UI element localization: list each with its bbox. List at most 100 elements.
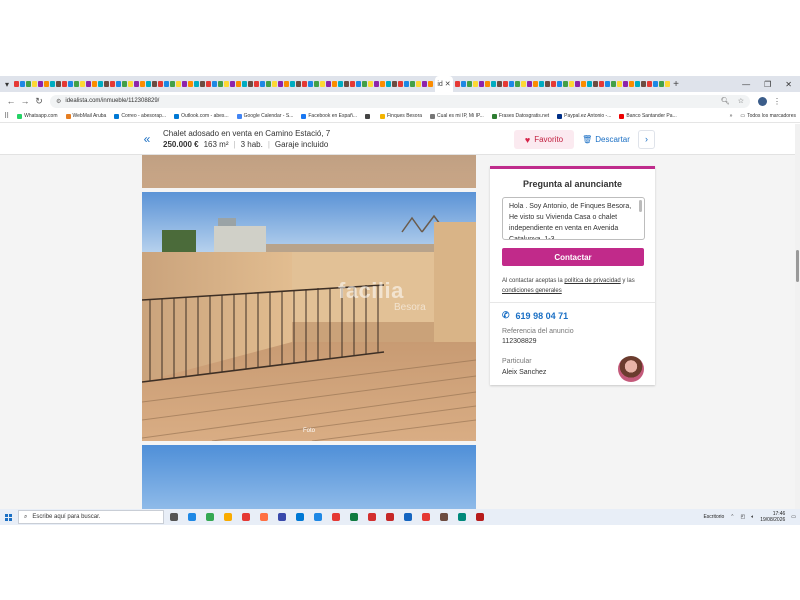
terms-link[interactable]: condiciones generales: [502, 288, 562, 294]
apps-icon[interactable]: ⠿: [4, 112, 9, 120]
tab-favicon-icon[interactable]: [98, 81, 103, 87]
listing-title[interactable]: Chalet adosado en venta en Camino Estaci…: [163, 129, 330, 138]
tab-favicon-icon[interactable]: [194, 81, 199, 87]
all-bookmarks[interactable]: ▭ Todos los marcadores: [740, 113, 796, 119]
taskbar-app-icon[interactable]: [440, 513, 448, 521]
photo-terrace[interactable]: facilia Besora Foto: [142, 192, 476, 441]
maximize-icon[interactable]: ❐: [764, 80, 771, 89]
zoom-icon[interactable]: 🔍︎: [721, 97, 730, 105]
menu-icon[interactable]: ⋮: [773, 97, 781, 106]
contact-button[interactable]: Contactar: [502, 248, 644, 266]
tab-favicon-icon[interactable]: [68, 81, 73, 87]
bookmark-item[interactable]: Frases Datosgratis.net: [491, 113, 549, 119]
bookmark-item[interactable]: Paypal.ez Antonio -...: [557, 113, 611, 119]
tab-favicon-icon[interactable]: [134, 81, 139, 87]
favorite-button[interactable]: ♥ Favorito: [514, 130, 574, 149]
taskbar-app-icon[interactable]: [332, 513, 340, 521]
tab-favicon-icon[interactable]: [158, 81, 163, 87]
tab-favicon-icon[interactable]: [659, 81, 664, 87]
tab-favicon-icon[interactable]: [110, 81, 115, 87]
tab-favicon-icon[interactable]: [314, 81, 319, 87]
taskbar-search[interactable]: ⌕ Escribe aquí para buscar.: [18, 510, 164, 524]
tab-favicon-icon[interactable]: [551, 81, 556, 87]
tab-favicon-icon[interactable]: [176, 81, 181, 87]
reload-icon[interactable]: ↻: [32, 96, 46, 107]
message-textarea[interactable]: Hola . Soy Antonio, de Finques Besora, H…: [502, 197, 645, 240]
taskbar-app-icon[interactable]: [314, 513, 322, 521]
tab-favicon-icon[interactable]: [74, 81, 79, 87]
phone-link[interactable]: ✆ 619 98 04 71: [502, 310, 568, 321]
tab-favicon-icon[interactable]: [266, 81, 271, 87]
bookmark-item[interactable]: Correo - abesorap...: [114, 113, 166, 119]
bookmark-item[interactable]: Finques Besora: [380, 113, 422, 119]
tab-favicon-icon[interactable]: [62, 81, 67, 87]
tab-favicon-icon[interactable]: [182, 81, 187, 87]
tab-favicon-icon[interactable]: [116, 81, 121, 87]
tab-favicon-icon[interactable]: [200, 81, 205, 87]
tab-favicon-icon[interactable]: [248, 81, 253, 87]
tab-favicon-icon[interactable]: [344, 81, 349, 87]
tab-favicon-icon[interactable]: [32, 81, 37, 87]
minimize-icon[interactable]: —: [742, 80, 750, 89]
tab-favicon-icon[interactable]: [284, 81, 289, 87]
bookmark-item[interactable]: Banco Santander Pa...: [619, 113, 677, 119]
tab-favicon-icon[interactable]: [479, 81, 484, 87]
bookmark-item[interactable]: Cual es mi IP, Mi IP...: [430, 113, 484, 119]
tab-favicon-icon[interactable]: [350, 81, 355, 87]
tab-favicon-icon[interactable]: [230, 81, 235, 87]
bookmark-item[interactable]: Google Calendar - S...: [236, 113, 293, 119]
tab-favicon-icon[interactable]: [587, 81, 592, 87]
taskbar-app-icon[interactable]: [350, 513, 358, 521]
tab-favicon-icon[interactable]: [557, 81, 562, 87]
tab-favicon-icon[interactable]: [533, 81, 538, 87]
tab-favicon-icon[interactable]: [218, 81, 223, 87]
tab-favicon-icon[interactable]: [545, 81, 550, 87]
tab-favicon-icon[interactable]: [404, 81, 409, 87]
tab-favicon-icon[interactable]: [212, 81, 217, 87]
tab-favicons[interactable]: [14, 76, 433, 92]
tab-active[interactable]: id ✕: [435, 76, 453, 92]
bookmark-item[interactable]: Outlook.com - abes...: [174, 113, 229, 119]
desktop-label[interactable]: Escritorio: [703, 514, 724, 520]
tab-favicon-icon[interactable]: [92, 81, 97, 87]
tab-favicon-icon[interactable]: [104, 81, 109, 87]
tab-favicon-icon[interactable]: [455, 81, 460, 87]
taskbar-app-icon[interactable]: [458, 513, 466, 521]
tab-favicon-icon[interactable]: [362, 81, 367, 87]
tab-favicon-icon[interactable]: [563, 81, 568, 87]
tab-favicon-icon[interactable]: [422, 81, 427, 87]
tab-favicon-icon[interactable]: [428, 81, 433, 87]
tab-favicon-icon[interactable]: [521, 81, 526, 87]
taskbar-app-icon[interactable]: [260, 513, 268, 521]
tab-favicon-icon[interactable]: [332, 81, 337, 87]
tab-favicon-icon[interactable]: [170, 81, 175, 87]
page-scroll-thumb[interactable]: [796, 250, 799, 282]
tab-favicon-icon[interactable]: [302, 81, 307, 87]
tab-favicon-icon[interactable]: [164, 81, 169, 87]
tab-favicon-icon[interactable]: [611, 81, 616, 87]
notifications-icon[interactable]: ▭: [791, 514, 796, 520]
bookmarks-more[interactable]: »: [730, 113, 733, 119]
tab-favicon-icon[interactable]: [128, 81, 133, 87]
taskbar-app-icon[interactable]: [404, 513, 412, 521]
taskbar-app-icon[interactable]: [476, 513, 484, 521]
bookmark-star-icon[interactable]: ☆: [738, 97, 744, 105]
tab-favicon-icon[interactable]: [497, 81, 502, 87]
bookmark-item[interactable]: Whatsapp.com: [17, 113, 58, 119]
tab-favicon-icon[interactable]: [224, 81, 229, 87]
tab-favicon-icon[interactable]: [50, 81, 55, 87]
tab-favicon-icon[interactable]: [326, 81, 331, 87]
taskbar-app-icon[interactable]: [368, 513, 376, 521]
page-scrollbar[interactable]: [795, 124, 800, 510]
tab-favicon-icon[interactable]: [290, 81, 295, 87]
tab-favicon-icon[interactable]: [629, 81, 634, 87]
tab-favicon-icon[interactable]: [296, 81, 301, 87]
taskbar-app-icon[interactable]: [224, 513, 232, 521]
tab-favicon-icon[interactable]: [509, 81, 514, 87]
tab-favicon-icon[interactable]: [254, 81, 259, 87]
tab-favicon-icon[interactable]: [14, 81, 19, 87]
tab-favicon-icon[interactable]: [410, 81, 415, 87]
privacy-policy-link[interactable]: política de privacidad: [564, 278, 620, 284]
tab-favicon-icon[interactable]: [380, 81, 385, 87]
tab-favicon-icon[interactable]: [38, 81, 43, 87]
